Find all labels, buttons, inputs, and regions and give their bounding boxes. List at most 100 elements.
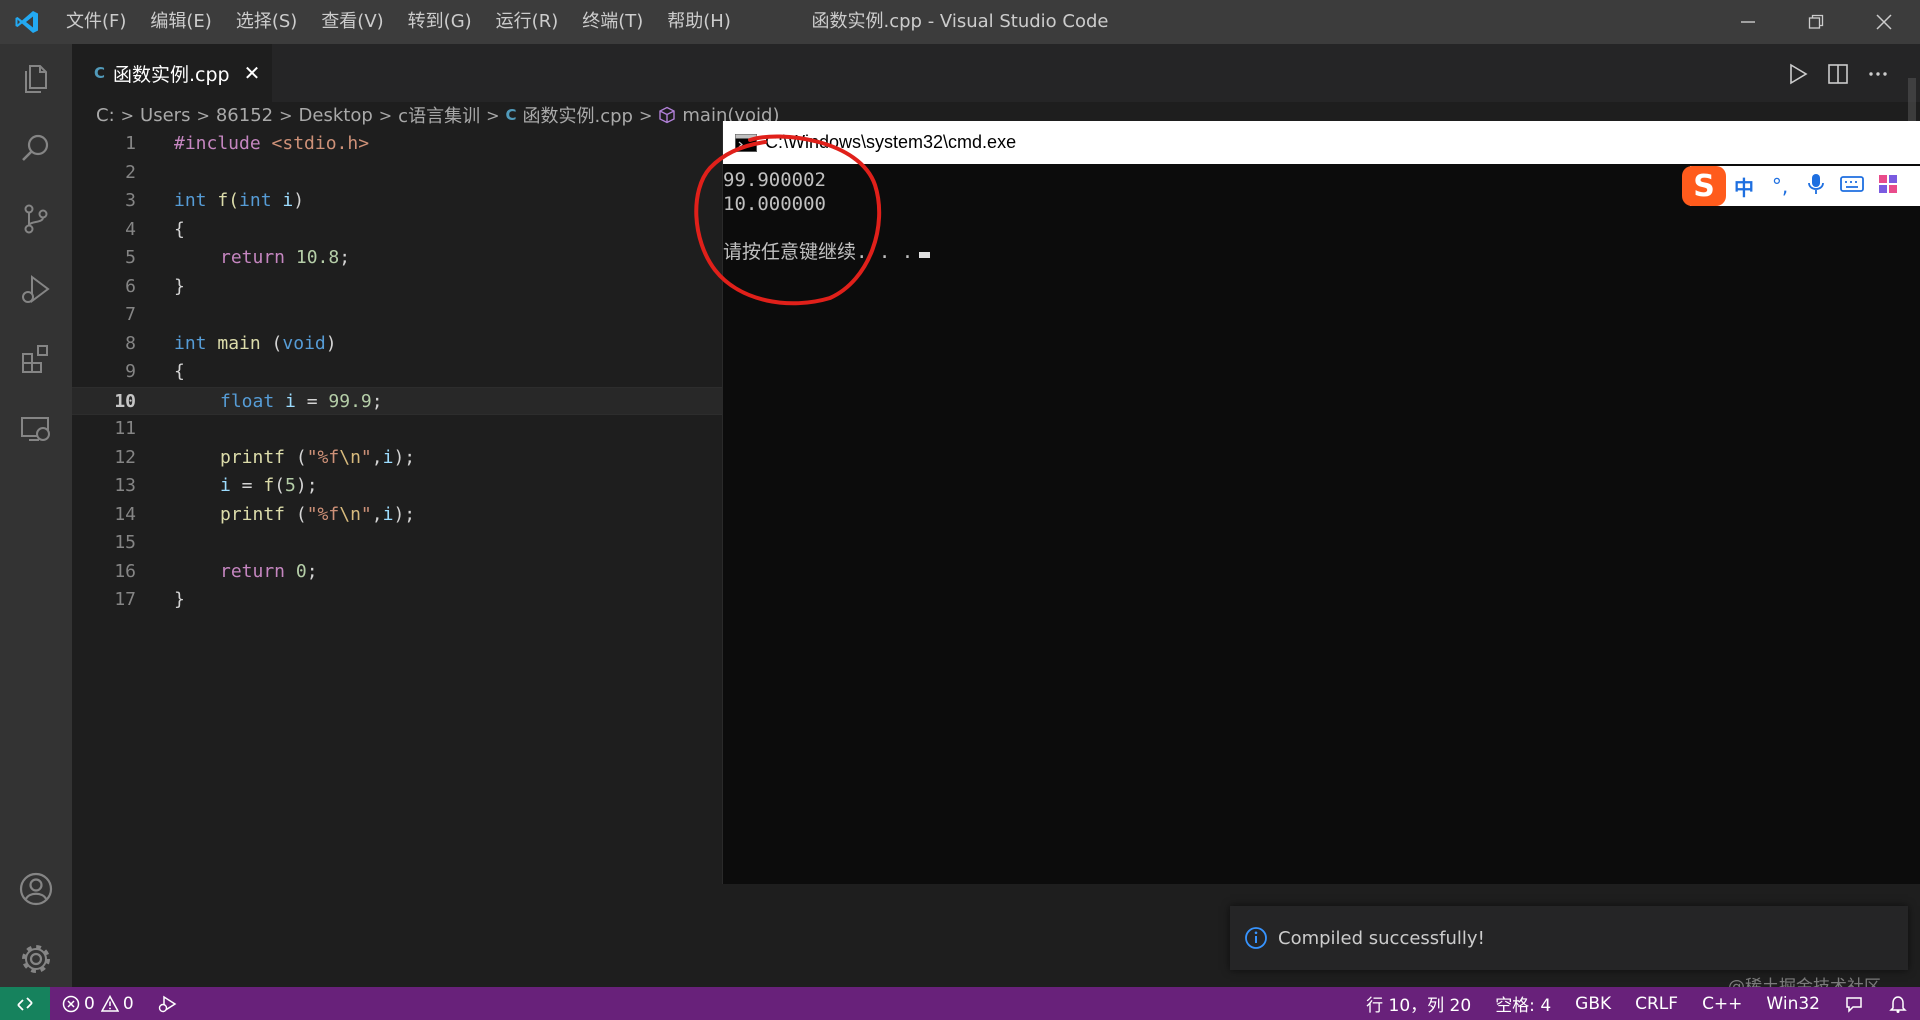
token: 99.9	[328, 390, 372, 412]
code-line: 3 int f(int i)	[72, 187, 722, 216]
tab-function-example[interactable]: C 函数实例.cpp ✕	[72, 44, 272, 102]
line-number: 9	[125, 361, 136, 382]
manage-button[interactable]	[0, 924, 72, 994]
source-control-button[interactable]	[0, 184, 72, 254]
feedback-button[interactable]	[1832, 994, 1876, 1014]
remote-icon	[17, 996, 33, 1011]
minimize-button[interactable]	[1714, 0, 1782, 44]
activity-bar	[0, 44, 72, 987]
keyboard-icon[interactable]	[1834, 174, 1870, 198]
restore-button[interactable]	[1782, 0, 1850, 44]
notifications-button[interactable]	[1876, 994, 1920, 1014]
menu-go[interactable]: 转到(G)	[396, 0, 484, 44]
remote-explorer-button[interactable]	[0, 394, 72, 464]
code-editor[interactable]: 1 #include <stdio.h> 2 3 int f(int i) 4{ 5…	[72, 130, 722, 987]
files-icon	[25, 65, 47, 93]
token: printf	[220, 446, 286, 468]
restore-icon	[1808, 14, 1824, 29]
split-editor-button[interactable]	[1822, 58, 1854, 90]
menu-view[interactable]: 查看(V)	[309, 0, 395, 44]
ime-toolbar[interactable]: S 中 °,	[1682, 166, 1920, 206]
run-code-button[interactable]	[1782, 58, 1814, 90]
breadcrumb-file[interactable]: 函数实例.cpp	[523, 102, 633, 128]
remote-indicator-button[interactable]	[0, 987, 50, 1020]
remote-explorer-icon	[21, 417, 50, 441]
notification-toast[interactable]: Compiled successfully!	[1230, 906, 1908, 970]
menu-help[interactable]: 帮助(H)	[655, 0, 743, 44]
token: )	[293, 190, 305, 211]
token: =	[295, 390, 329, 412]
code-line: 11	[72, 415, 722, 444]
encoding-setting[interactable]: GBK	[1563, 994, 1623, 1014]
code-line: 1 #include <stdio.h>	[72, 130, 722, 159]
token: 10.8	[285, 247, 340, 268]
code-line: 2	[72, 159, 722, 188]
line-number: 15	[114, 532, 136, 553]
search-button[interactable]	[0, 114, 72, 184]
more-actions-button[interactable]	[1862, 58, 1894, 90]
breadcrumb-desktop[interactable]: Desktop	[299, 105, 373, 126]
extensions-button[interactable]	[0, 324, 72, 394]
code-line: 14 printf ("%f\n",i);	[72, 501, 722, 530]
bell-icon	[1889, 995, 1907, 1013]
token: "	[360, 503, 372, 525]
accounts-button[interactable]	[0, 854, 72, 924]
tab-close-icon[interactable]: ✕	[244, 61, 261, 85]
menu-edit[interactable]: 编辑(E)	[138, 0, 223, 44]
token: \n	[339, 446, 361, 468]
token: int	[174, 332, 207, 354]
menu-terminal[interactable]: 终端(T)	[570, 0, 655, 44]
token: float	[220, 390, 275, 412]
tab-label: 函数实例.cpp	[113, 63, 230, 86]
menu-selection[interactable]: 选择(S)	[224, 0, 309, 44]
code-line: 9{	[72, 358, 722, 387]
token: ,	[371, 503, 383, 525]
line-number: 3	[125, 190, 136, 211]
token: );	[393, 446, 416, 468]
explorer-button[interactable]	[0, 44, 72, 114]
debug-status-button[interactable]	[146, 994, 190, 1014]
token: {	[174, 218, 185, 240]
cursor-position[interactable]: 行 10，列 20	[1354, 991, 1483, 1016]
token: void	[282, 332, 326, 354]
token: (	[285, 446, 307, 468]
code-line: 16 return 0;	[72, 558, 722, 587]
menu-file[interactable]: 文件(F)	[54, 0, 138, 44]
cmd-output-line: 99.900002	[723, 169, 826, 191]
menu-run[interactable]: 运行(R)	[484, 0, 571, 44]
error-count: 0	[84, 993, 95, 1014]
breadcrumb-drive[interactable]: C:	[96, 105, 115, 126]
microphone-icon[interactable]	[1798, 173, 1834, 200]
language-mode[interactable]: C++	[1690, 994, 1754, 1014]
token: int	[239, 190, 272, 211]
token: printf	[220, 503, 286, 525]
info-icon	[1245, 927, 1267, 949]
platform-config[interactable]: Win32	[1754, 994, 1832, 1014]
minimize-icon	[1741, 21, 1755, 23]
feedback-icon	[1846, 996, 1862, 1013]
close-window-button[interactable]	[1850, 0, 1918, 44]
token: ;	[371, 390, 383, 412]
token: (	[260, 332, 283, 354]
line-number: 17	[114, 589, 136, 610]
ime-chinese-mode[interactable]: 中	[1726, 172, 1762, 201]
indentation-setting[interactable]: 空格: 4	[1483, 991, 1563, 1016]
breadcrumb-folder[interactable]: c语言集训	[398, 102, 480, 128]
token: ;	[339, 247, 351, 268]
extensions-icon	[22, 345, 48, 373]
split-editor-icon	[1828, 64, 1848, 84]
cmd-title-bar[interactable]: C:\Windows\system32\cmd.exe	[723, 121, 1920, 164]
ime-punctuation[interactable]: °,	[1762, 174, 1798, 198]
cmd-window[interactable]: C:\Windows\system32\cmd.exe 99.900002 10…	[722, 121, 1920, 884]
breadcrumb-users[interactable]: Users	[140, 105, 190, 126]
breadcrumb-user[interactable]: 86152	[216, 105, 273, 126]
warning-count: 0	[122, 993, 134, 1014]
run-debug-button[interactable]	[0, 254, 72, 324]
token: }	[174, 589, 185, 610]
grid-apps-icon[interactable]	[1870, 174, 1906, 199]
line-number: 7	[125, 304, 136, 325]
sogou-logo-icon[interactable]: S	[1682, 166, 1726, 206]
token: return	[220, 247, 286, 268]
problems-status[interactable]: 0 0	[50, 994, 146, 1014]
line-ending-setting[interactable]: CRLF	[1623, 994, 1690, 1014]
